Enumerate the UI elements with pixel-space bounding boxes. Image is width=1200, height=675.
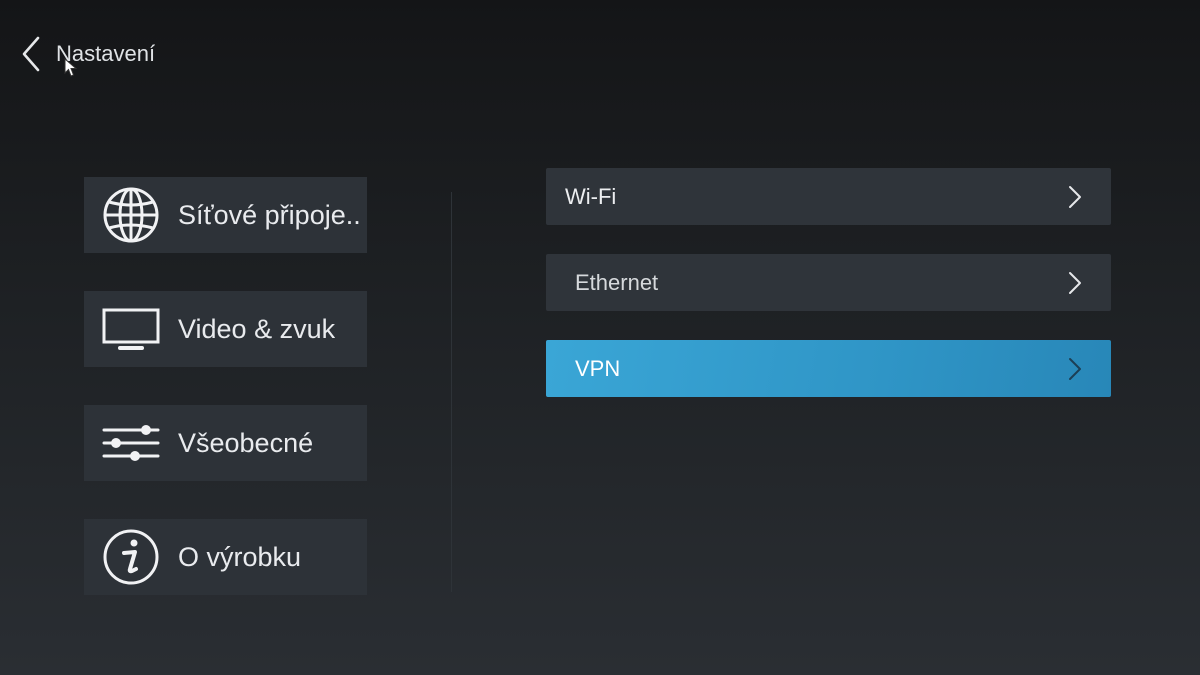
- list-item-wifi[interactable]: Wi-Fi: [546, 168, 1111, 225]
- menu-item-label: O výrobku: [178, 541, 302, 572]
- mouse-cursor-icon: [64, 58, 78, 77]
- list-item-vpn[interactable]: VPN: [546, 340, 1111, 397]
- back-button[interactable]: [16, 30, 46, 78]
- chevron-left-icon: [22, 36, 40, 72]
- menu-item-label: Všeobecné: [178, 427, 314, 458]
- chevron-right-icon: [1065, 356, 1085, 382]
- menu-item-about[interactable]: O výrobku: [84, 519, 367, 595]
- settings-category-menu: Síťové připoje.. Video & zvuk Všeobecné …: [84, 177, 367, 633]
- globe-icon: [102, 186, 160, 244]
- header: Nastavení: [16, 30, 155, 78]
- menu-item-label: Video & zvuk: [178, 313, 336, 344]
- chevron-right-icon: [1065, 184, 1085, 210]
- network-options-list: Wi-Fi Ethernet VPN: [546, 168, 1111, 426]
- sliders-icon: [102, 414, 160, 472]
- tv-icon: [102, 300, 160, 358]
- menu-item-label: Síťové připoje..: [178, 199, 361, 230]
- menu-item-video-audio[interactable]: Video & zvuk: [84, 291, 367, 367]
- info-icon: [102, 528, 160, 586]
- list-item-ethernet[interactable]: Ethernet: [546, 254, 1111, 311]
- list-item-label: Ethernet: [575, 269, 659, 295]
- list-item-label: Wi-Fi: [565, 183, 617, 209]
- list-item-label: VPN: [575, 355, 621, 381]
- divider: [451, 192, 452, 592]
- chevron-right-icon: [1065, 270, 1085, 296]
- menu-item-general[interactable]: Všeobecné: [84, 405, 367, 481]
- menu-item-network[interactable]: Síťové připoje..: [84, 177, 367, 253]
